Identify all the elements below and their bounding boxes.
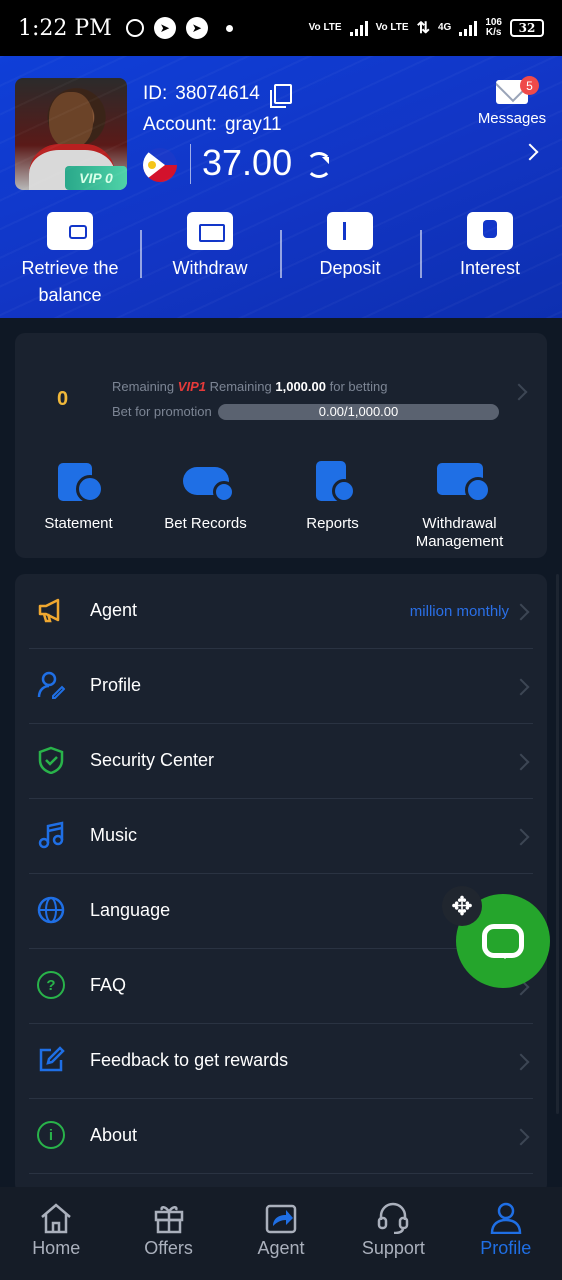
card-settings-icon	[436, 461, 491, 503]
deposit-button[interactable]: Deposit	[280, 212, 420, 309]
megaphone-icon	[37, 596, 65, 624]
settings-menu: Agent million monthly Profile Security C…	[15, 574, 547, 1194]
volte-icon: Vo LTE	[308, 22, 342, 33]
music-icon	[37, 821, 65, 849]
nav-offers[interactable]: Offers	[112, 1187, 224, 1280]
chevron-right-icon	[512, 753, 530, 771]
withdrawal-management-button[interactable]: Withdrawal Management	[396, 461, 523, 551]
telegram-icon: ➤	[185, 17, 208, 39]
bet-records-button[interactable]: Bet Records	[142, 461, 269, 551]
shield-icon	[37, 746, 65, 775]
notification-dot-icon	[225, 24, 233, 32]
refresh-icon[interactable]	[306, 152, 332, 178]
menu-item-feedback[interactable]: Feedback to get rewards	[29, 1024, 533, 1099]
signal-icon	[349, 20, 368, 36]
bet-label: Bet for promotion	[112, 404, 212, 419]
bottom-nav: Home Offers Agent Support Profile	[0, 1187, 562, 1280]
share-icon	[264, 1202, 298, 1234]
chevron-right-icon	[512, 603, 530, 621]
headset-icon	[376, 1202, 410, 1235]
battery-icon: 32	[510, 19, 544, 37]
menu-item-profile[interactable]: Profile	[29, 649, 533, 724]
ticket-icon	[187, 212, 233, 250]
reports-icon	[310, 461, 356, 503]
user-edit-icon	[37, 671, 66, 699]
user-id: ID: 38074614	[143, 83, 292, 108]
user-id-label: ID:	[143, 83, 168, 104]
account-value: gray11	[224, 114, 282, 135]
profile-header: VIP 0 ID: 38074614 Account: gray11 37.00 …	[0, 56, 562, 318]
messages-label: Messages	[477, 110, 547, 127]
gift-icon	[152, 1202, 186, 1234]
copy-icon[interactable]	[269, 84, 292, 108]
chevron-right-icon	[512, 828, 530, 846]
balance-amount: 37.00	[202, 142, 293, 183]
info-icon: i	[37, 1121, 65, 1149]
status-bar: 1:22 PM ➤ ➤ Vo LTE Vo LTE ⇅ 4G 106 K/s 3…	[0, 0, 562, 56]
chevron-right-icon[interactable]	[510, 383, 528, 401]
vip-level: 0	[57, 388, 69, 410]
menu-item-security-center[interactable]: Security Center	[29, 724, 533, 799]
volte-icon: Vo LTE	[375, 22, 409, 33]
menu-item-music[interactable]: Music	[29, 799, 533, 874]
messages-button[interactable]: 5 Messages	[470, 70, 554, 127]
edit-icon	[37, 1046, 65, 1074]
chevron-right-icon[interactable]	[521, 143, 539, 161]
vip-badge: VIP 0	[65, 166, 127, 190]
retrieve-balance-button[interactable]: Retrieve the balance	[0, 212, 140, 309]
scrollbar[interactable]	[556, 574, 559, 1114]
user-id-value: 38074614	[175, 83, 260, 104]
bet-progress-bar: 0.00/1,000.00	[218, 404, 499, 420]
nav-agent[interactable]: Agent	[225, 1187, 337, 1280]
nav-support[interactable]: Support	[337, 1187, 449, 1280]
question-icon: ?	[37, 971, 65, 999]
statement-icon	[56, 461, 104, 503]
signal-icon	[459, 20, 478, 36]
messages-badge: 5	[520, 76, 539, 95]
chevron-right-icon	[512, 1128, 530, 1146]
chat-icon	[482, 924, 524, 959]
avatar[interactable]: VIP 0	[15, 78, 127, 190]
piggy-bank-icon	[467, 212, 513, 250]
menu-item-faq[interactable]: ? FAQ	[29, 949, 533, 1024]
account-label: Account:	[143, 114, 217, 135]
clock-icon	[125, 19, 144, 37]
network-type-icon: 4G	[437, 22, 452, 33]
card-icon	[327, 212, 373, 250]
remaining-amount: 1,000.00	[275, 379, 326, 394]
menu-item-about[interactable]: i About	[29, 1099, 533, 1174]
move-handle-icon[interactable]: ✥	[442, 886, 482, 926]
chevron-right-icon	[512, 678, 530, 696]
net-speed-unit: K/s	[485, 27, 502, 38]
gamepad-icon	[182, 461, 235, 503]
status-time: 1:22 PM	[18, 15, 112, 41]
interest-button[interactable]: Interest	[420, 212, 560, 309]
home-icon	[39, 1202, 73, 1234]
vip-progress-card: 0 Remaining VIP1 Remaining 1,000.00 for …	[15, 333, 547, 558]
chevron-right-icon	[512, 1053, 530, 1071]
data-arrows-icon: ⇅	[416, 20, 430, 37]
reports-button[interactable]: Reports	[269, 461, 396, 551]
nav-profile[interactable]: Profile	[450, 1187, 562, 1280]
philippines-flag-icon	[143, 148, 177, 182]
tool-shortcuts: Statement Bet Records Reports Withdrawal…	[15, 461, 547, 551]
account: Account: gray11	[143, 114, 282, 136]
statement-button[interactable]: Statement	[15, 461, 142, 551]
next-vip-level: VIP1	[177, 379, 206, 394]
quick-actions: Retrieve the balance Withdraw Deposit In…	[0, 212, 562, 309]
globe-icon	[37, 896, 65, 924]
vip-remaining-text: Remaining VIP1 Remaining 1,000.00 for be…	[112, 379, 388, 394]
agent-promo-text: million monthly	[409, 603, 509, 620]
nav-home[interactable]: Home	[0, 1187, 112, 1280]
divider	[190, 144, 191, 184]
withdraw-button[interactable]: Withdraw	[140, 212, 280, 309]
user-icon	[489, 1202, 523, 1235]
telegram-icon: ➤	[153, 17, 176, 39]
menu-item-agent[interactable]: Agent million monthly	[29, 574, 533, 649]
wallet-icon	[47, 212, 93, 250]
